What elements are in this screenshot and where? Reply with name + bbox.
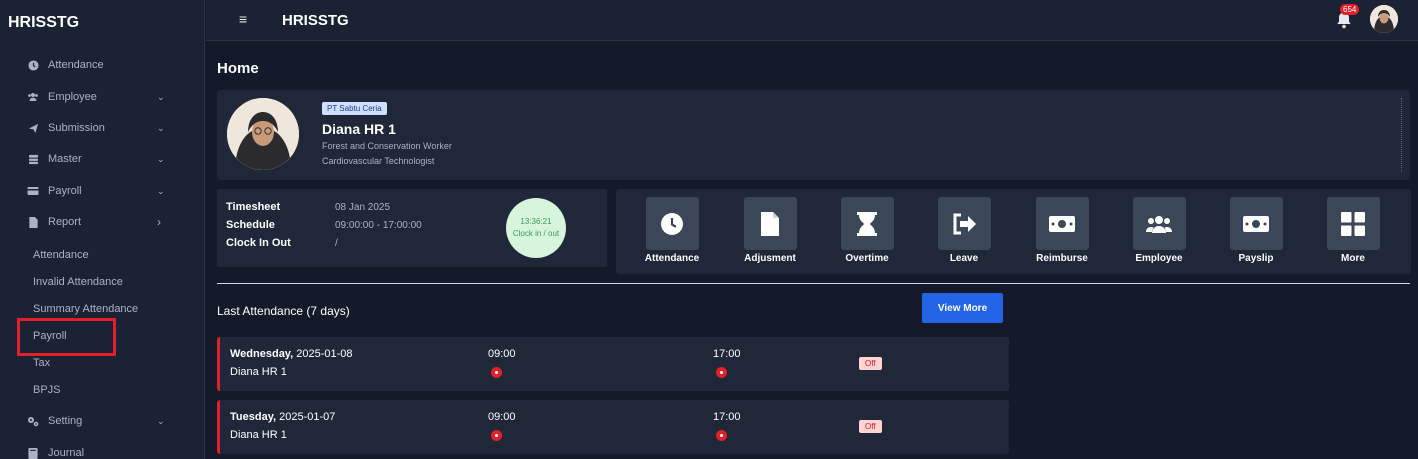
sidebar-item-label: Setting	[48, 415, 83, 427]
clock-in-out-button[interactable]: 13:36:21 Clock in / out	[506, 198, 566, 258]
report-sub-tax[interactable]: Tax	[33, 357, 50, 369]
attendance-row[interactable]: Tuesday, 2025-01-07 Diana HR 1 09:00 17:…	[217, 400, 1009, 454]
last-attendance-title: Last Attendance (7 days)	[217, 304, 350, 318]
action-payslip[interactable]: Payslip	[1216, 197, 1296, 264]
card-icon	[27, 185, 39, 197]
users-icon	[1146, 215, 1172, 233]
sidebar-item-label: Employee	[48, 91, 97, 103]
avatar[interactable]	[1370, 5, 1398, 33]
report-sub-summary-attendance[interactable]: Summary Attendance	[33, 303, 138, 315]
profile-card: PT Sabtu Ceria Diana HR 1 Forest and Con…	[217, 90, 1410, 180]
profile-position: Forest and Conservation Worker	[322, 141, 452, 151]
timesheet-value: 08 Jan 2025	[335, 202, 391, 213]
users-icon	[27, 91, 39, 103]
action-reimburse[interactable]: Reimburse	[1022, 197, 1102, 264]
schedule-value: 09:00:00 - 17:00:00	[335, 220, 422, 231]
chevron-down-icon: ⌄	[157, 415, 165, 426]
clock-out-time: 17:00	[713, 411, 741, 423]
top-bar: ≡ HRISSTG 654	[206, 0, 1418, 41]
sidebar: HRISSTG Attendance Employee ⌄ Submission…	[0, 0, 205, 459]
report-sub-attendance[interactable]: Attendance	[33, 249, 89, 261]
profile-avatar	[227, 98, 299, 170]
sidebar-item-attendance[interactable]: Attendance	[0, 52, 205, 78]
clock-time: 13:36:21	[520, 217, 552, 226]
sidebar-item-label: Journal	[48, 447, 85, 459]
clock-icon	[661, 212, 683, 235]
clock-in-time: 09:00	[488, 348, 516, 360]
grid-icon	[1341, 211, 1365, 236]
clock-out-status-icon	[716, 430, 727, 441]
action-more[interactable]: More	[1313, 197, 1393, 264]
timesheet-label: Timesheet	[226, 201, 281, 213]
clock-in-out-value: /	[335, 238, 338, 249]
clock-action-label: Clock in / out	[512, 229, 560, 238]
sidebar-item-setting[interactable]: Setting ⌄	[0, 408, 205, 434]
sidebar-item-label: Payroll	[48, 185, 82, 197]
attendance-employee: Diana HR 1	[230, 429, 287, 441]
chevron-down-icon: ⌄	[157, 91, 165, 102]
quick-actions: Attendance Adjusment Overtime Leave Reim…	[616, 189, 1411, 274]
action-overtime[interactable]: Overtime	[827, 197, 907, 264]
status-badge: Off	[859, 420, 882, 433]
attendance-employee: Diana HR 1	[230, 366, 287, 378]
section-divider	[217, 283, 1410, 284]
status-badge: Off	[859, 357, 882, 370]
topbar-title: HRISSTG	[282, 12, 349, 29]
clock-in-status-icon	[491, 367, 502, 378]
book-icon	[27, 447, 39, 459]
sidebar-item-label: Attendance	[48, 59, 104, 71]
attendance-date: Tuesday, 2025-01-07	[230, 411, 336, 423]
sidebar-item-label: Report	[48, 216, 82, 228]
chevron-down-icon: ⌄	[157, 153, 165, 164]
attendance-row[interactable]: Wednesday, 2025-01-08 Diana HR 1 09:00 1…	[217, 337, 1009, 391]
profile-name: Diana HR 1	[322, 121, 396, 137]
hamburger-menu-icon[interactable]: ≡	[239, 11, 247, 27]
sidebar-item-report[interactable]: Report ›	[0, 209, 205, 235]
chevron-down-icon: ⌄	[157, 185, 165, 196]
profile-position: Cardiovascular Technologist	[322, 156, 435, 166]
clock-icon	[27, 59, 39, 71]
database-icon	[27, 153, 39, 165]
report-sub-bpjs[interactable]: BPJS	[33, 384, 61, 396]
clock-out-time: 17:00	[713, 348, 741, 360]
highlight-box	[17, 318, 116, 356]
brand-logo[interactable]: HRISSTG	[8, 14, 79, 32]
action-employee[interactable]: Employee	[1119, 197, 1199, 264]
timesheet-card: Timesheet 08 Jan 2025 Schedule 09:00:00 …	[217, 189, 607, 267]
action-adjusment[interactable]: Adjusment	[730, 197, 810, 264]
notification-badge: 654	[1340, 4, 1360, 15]
sidebar-item-label: Master	[48, 153, 82, 165]
sign-out-icon	[953, 213, 976, 234]
hourglass-icon	[857, 211, 877, 236]
attendance-date: Wednesday, 2025-01-08	[230, 348, 353, 360]
page-title: Home	[217, 60, 259, 77]
view-more-button[interactable]: View More	[922, 293, 1003, 323]
money-icon	[1049, 215, 1075, 232]
money-icon	[1243, 215, 1269, 232]
schedule-label: Schedule	[226, 219, 275, 231]
send-icon	[27, 122, 39, 134]
sidebar-item-journal[interactable]: Journal	[0, 440, 205, 459]
clock-in-status-icon	[491, 430, 502, 441]
report-sub-invalid-attendance[interactable]: Invalid Attendance	[33, 276, 123, 288]
sidebar-item-payroll[interactable]: Payroll ⌄	[0, 178, 205, 204]
file-icon	[761, 211, 779, 236]
sidebar-item-employee[interactable]: Employee ⌄	[0, 84, 205, 110]
gears-icon	[27, 415, 39, 427]
sidebar-item-submission[interactable]: Submission ⌄	[0, 115, 205, 141]
sidebar-item-label: Submission	[48, 122, 105, 134]
clock-in-out-label: Clock In Out	[226, 237, 291, 249]
sidebar-item-master[interactable]: Master ⌄	[0, 146, 205, 172]
chevron-down-icon: ⌄	[157, 122, 165, 133]
action-attendance[interactable]: Attendance	[632, 197, 712, 264]
clock-in-time: 09:00	[488, 411, 516, 423]
divider	[1401, 98, 1402, 172]
clock-out-status-icon	[716, 367, 727, 378]
company-badge: PT Sabtu Ceria	[322, 102, 387, 115]
action-leave[interactable]: Leave	[924, 197, 1004, 264]
file-icon	[27, 216, 39, 228]
chevron-right-icon: ›	[157, 215, 161, 229]
